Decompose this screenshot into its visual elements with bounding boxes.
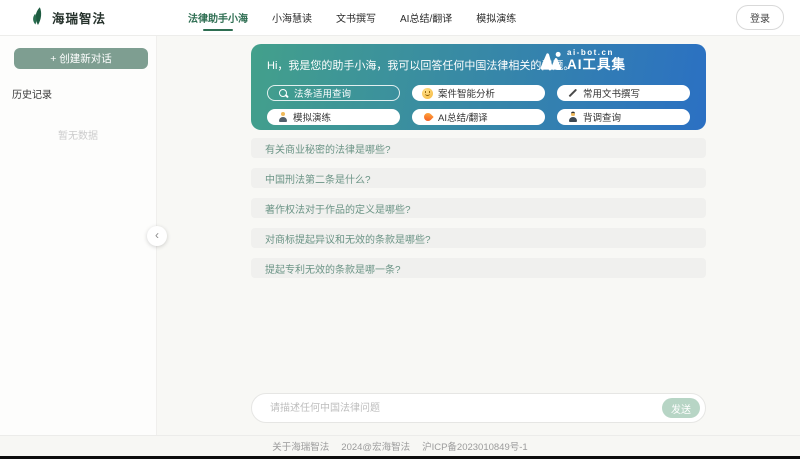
detective-icon <box>567 112 578 123</box>
new-chat-button[interactable]: + 创建新对话 <box>14 48 148 69</box>
quick-action-button[interactable]: 案件智能分析 <box>412 85 545 101</box>
footer-link[interactable]: 沪ICP备2023010849号-1 <box>422 439 528 453</box>
suggested-question[interactable]: 提起专利无效的条款是哪一条? <box>251 258 706 278</box>
nav-tab[interactable]: 文书撰写 <box>336 0 376 36</box>
judge-icon <box>277 112 288 123</box>
footer: 关于海瑞智法 2024@宏海智法 沪ICP备2023010849号-1 <box>0 435 800 456</box>
ai-bot-logo-icon <box>538 50 563 71</box>
nav-tab[interactable]: 模拟演练 <box>476 0 516 36</box>
quick-action-label: 模拟演练 <box>293 110 331 124</box>
watermark-name: AI工具集 <box>567 58 626 73</box>
smiley-icon <box>422 88 433 99</box>
quick-action-label: AI总结/翻译 <box>438 110 488 124</box>
quick-actions: 法条适用查询 案件智能分析 常用文书撰写 <box>267 85 690 125</box>
welcome-banner: Hi，我是您的助手小海，我可以回答任何中国法律相关的问题。 ai-bot.cn … <box>251 44 706 130</box>
app-header: 海瑞智法 法律助手小海 小海慧读 文书撰写 AI总结/翻译 模拟演练 登录 <box>0 0 800 36</box>
main-panel: Hi，我是您的助手小海，我可以回答任何中国法律相关的问题。 ai-bot.cn … <box>157 36 800 435</box>
quick-action-label: 背调查询 <box>583 110 621 124</box>
composer: 发送 <box>251 393 706 423</box>
question-input[interactable] <box>251 393 706 423</box>
history-empty-text: 暂无数据 <box>0 127 156 142</box>
suggested-questions: 有关商业秘密的法律是哪些? 中国刑法第二条是什么? 著作权法对于作品的定义是哪些… <box>251 138 706 278</box>
brand-name: 海瑞智法 <box>52 8 106 27</box>
suggested-question[interactable]: 著作权法对于作品的定义是哪些? <box>251 198 706 218</box>
pencil-icon <box>567 88 578 99</box>
quick-action-button[interactable]: AI总结/翻译 <box>412 109 545 125</box>
quick-action-label: 常用文书撰写 <box>583 86 640 100</box>
footer-link: 2024@宏海智法 <box>341 439 410 453</box>
nav-tab[interactable]: 小海慧读 <box>272 0 312 36</box>
suggested-question[interactable]: 有关商业秘密的法律是哪些? <box>251 138 706 158</box>
watermark: ai-bot.cn AI工具集 <box>538 49 626 73</box>
search-icon <box>278 88 289 99</box>
history-label: 历史记录 <box>12 86 156 101</box>
suggested-question[interactable]: 对商标提起异议和无效的条款是哪些? <box>251 228 706 248</box>
sidebar: + 创建新对话 历史记录 暂无数据 <box>0 36 157 435</box>
brand: 海瑞智法 <box>30 7 106 28</box>
suggested-question[interactable]: 中国刑法第二条是什么? <box>251 168 706 188</box>
brand-leaf-icon <box>30 7 45 28</box>
nav-tab[interactable]: 法律助手小海 <box>188 0 248 36</box>
quick-action-button[interactable]: 法条适用查询 <box>267 85 400 101</box>
quick-action-button[interactable]: 常用文书撰写 <box>557 85 690 101</box>
flame-icon <box>422 112 433 123</box>
send-button[interactable]: 发送 <box>662 398 700 418</box>
sidebar-collapse-button[interactable]: ‹ <box>147 226 167 246</box>
quick-action-button[interactable]: 模拟演练 <box>267 109 400 125</box>
quick-action-label: 法条适用查询 <box>294 86 351 100</box>
main-nav: 法律助手小海 小海慧读 文书撰写 AI总结/翻译 模拟演练 <box>188 0 516 36</box>
chevron-left-icon: ‹ <box>155 228 159 242</box>
content-area: + 创建新对话 历史记录 暂无数据 ‹ Hi，我是您的助手小海，我可以回答任何中… <box>0 36 800 435</box>
footer-link[interactable]: 关于海瑞智法 <box>272 439 329 453</box>
greeting-text: Hi，我是您的助手小海，我可以回答任何中国法律相关的问题。 <box>267 57 690 73</box>
nav-tab[interactable]: AI总结/翻译 <box>400 0 452 36</box>
quick-action-button[interactable]: 背调查询 <box>557 109 690 125</box>
quick-action-label: 案件智能分析 <box>438 86 495 100</box>
login-button[interactable]: 登录 <box>736 5 784 30</box>
